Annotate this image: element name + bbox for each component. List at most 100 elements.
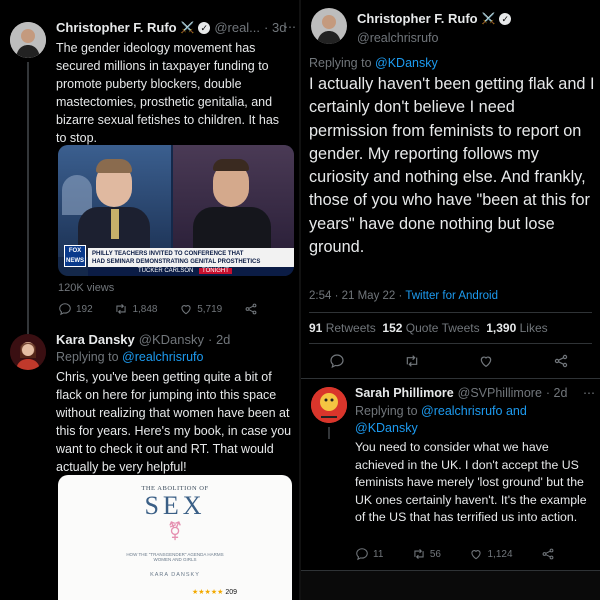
reply-count: 11	[373, 548, 384, 560]
reply-icon	[58, 302, 72, 316]
author-name[interactable]: Christopher F. Rufo	[357, 11, 478, 26]
book-image[interactable]: THE ABOLITION OF SEX ⚧ HOW THE "TRANSGEN…	[58, 475, 292, 600]
retweet-icon	[114, 302, 128, 316]
replying-to: Replying to @realchrisrufo and @KDansky	[355, 403, 585, 437]
author-handle[interactable]: @realchrisrufo	[357, 31, 438, 45]
avatar[interactable]	[10, 22, 46, 58]
share-button[interactable]	[553, 353, 569, 369]
more-icon[interactable]: ⋯	[284, 20, 296, 34]
retweets-stat[interactable]: 91 Retweets	[309, 321, 376, 335]
retweets-label: Retweets	[322, 321, 376, 335]
like-count: 5,719	[197, 303, 223, 315]
show-name: TUCKER CARLSON	[138, 268, 194, 274]
tweet-text: The gender ideology movement has secured…	[56, 41, 280, 145]
show-tonight: TONIGHT	[199, 268, 232, 274]
main-actions	[329, 353, 569, 369]
gender-symbol-icon: ⚧	[167, 521, 183, 541]
replying-to-link[interactable]: @realchrisrufo	[122, 350, 203, 364]
right-screenshot: Christopher F. Rufo ⚔️ ✓ @realchrisrufo …	[301, 0, 600, 600]
badge-icon: ⚔️	[180, 22, 195, 34]
likes-count: 1,390	[486, 321, 517, 335]
avatar[interactable]	[311, 387, 347, 423]
author-name[interactable]: Kara Dansky	[56, 332, 135, 347]
retweet-button[interactable]: 1,848	[114, 302, 157, 316]
share-button[interactable]	[244, 302, 258, 316]
replying-and: and	[502, 404, 527, 418]
view-count: 120K views	[58, 282, 115, 294]
divider	[309, 343, 592, 344]
tweet-header: Christopher F. Rufo ⚔️ ✓ @real... · 3d	[56, 20, 296, 35]
tweet-text: Chris, you've been getting quite a bit o…	[56, 370, 292, 474]
replying-prefix: Replying to	[355, 404, 422, 418]
quotes-label: Quote Tweets	[402, 321, 480, 335]
replying-to-link[interactable]: @realchrisrufo	[421, 404, 502, 418]
retweets-count: 91	[309, 321, 323, 335]
divider	[309, 312, 592, 313]
timestamp[interactable]: 2:54 · 21 May 22 ·	[309, 290, 405, 302]
tweet-meta: 2:54 · 21 May 22 · Twitter for Android	[309, 290, 498, 302]
host-hair	[96, 159, 132, 173]
guest-hair	[213, 159, 249, 171]
replying-to-link[interactable]: @KDansky	[355, 421, 418, 435]
tweet-source[interactable]: Twitter for Android	[405, 290, 498, 302]
retweet-count: 1,848	[132, 303, 158, 315]
replying-to: Replying to @KDansky	[309, 56, 438, 70]
rating-stars: ★★★★★	[192, 589, 224, 596]
host-tie	[111, 209, 119, 239]
badge-icon: ⚔️	[481, 13, 496, 25]
replying-to-link[interactable]: @KDansky	[375, 56, 438, 70]
author-handle[interactable]: @KDansky	[139, 332, 204, 347]
thread-line	[328, 427, 330, 439]
main-tweet-text: I actually haven't been getting flak and…	[309, 75, 595, 257]
like-icon	[469, 547, 483, 561]
book-subtitle: HOW THE "TRANSGENDER" AGENDA HARMS WOMEN…	[126, 552, 224, 562]
likes-label: Likes	[516, 321, 548, 335]
book-author: KARA DANSKY	[150, 572, 200, 578]
reply-icon	[329, 353, 345, 369]
author-handle[interactable]: @real...	[214, 20, 260, 35]
reply-button[interactable]: 11	[355, 547, 383, 561]
like-count: 1,124	[487, 548, 513, 560]
retweet-icon	[404, 353, 420, 369]
fox-news-logo: FOX NEWS	[64, 245, 86, 267]
like-button[interactable]	[478, 353, 494, 369]
divider	[301, 378, 600, 379]
more-icon[interactable]: ⋯	[583, 386, 595, 400]
author-name[interactable]: Sarah Phillimore	[355, 386, 454, 400]
replying-prefix: Replying to	[309, 56, 376, 70]
retweet-button[interactable]	[404, 353, 420, 369]
reply-button[interactable]	[329, 353, 345, 369]
reply-icon	[355, 547, 369, 561]
reply-actions: 11 56 1,124	[355, 547, 555, 561]
author-handle[interactable]: @SVPhillimore	[458, 386, 542, 400]
reply-count: 192	[76, 303, 93, 315]
avatar[interactable]	[10, 334, 46, 370]
tweet-actions: 192 1,848 5,719	[58, 302, 258, 316]
retweet-button[interactable]: 56	[412, 547, 441, 561]
rating-count: 209	[225, 589, 238, 596]
like-button[interactable]: 5,719	[179, 302, 222, 316]
like-button[interactable]: 1,124	[469, 547, 513, 561]
video-thumbnail[interactable]: FOX NEWS PHILLY TEACHERS INVITED TO CONF…	[58, 145, 294, 276]
likes-stat[interactable]: 1,390 Likes	[486, 321, 547, 335]
tweet-time[interactable]: · 2d	[546, 386, 568, 400]
avatar[interactable]	[311, 8, 347, 44]
quotes-stat[interactable]: 152 Quote Tweets	[382, 321, 479, 335]
tweet-time[interactable]: · 2d	[208, 332, 230, 347]
chyron: PHILLY TEACHERS INVITED TO CONFERENCE TH…	[88, 248, 294, 267]
quotes-count: 152	[382, 321, 403, 335]
like-icon	[179, 302, 193, 316]
thread-line	[27, 62, 29, 334]
share-button[interactable]	[541, 547, 555, 561]
tweet-header: Christopher F. Rufo ⚔️ ✓	[357, 11, 512, 26]
reply-button[interactable]: 192	[58, 302, 93, 316]
video-right-pane	[173, 145, 294, 257]
left-screenshot: Christopher F. Rufo ⚔️ ✓ @real... · 3d ⋯…	[0, 0, 299, 600]
bottom-area	[301, 571, 600, 600]
like-icon	[478, 353, 494, 369]
share-icon	[244, 302, 258, 316]
author-name[interactable]: Christopher F. Rufo	[56, 20, 177, 35]
reply-header: Sarah Phillimore @SVPhillimore · 2d	[355, 386, 567, 400]
video-left-pane	[58, 145, 171, 257]
reply-text: You need to consider what we have achiev…	[355, 440, 587, 524]
